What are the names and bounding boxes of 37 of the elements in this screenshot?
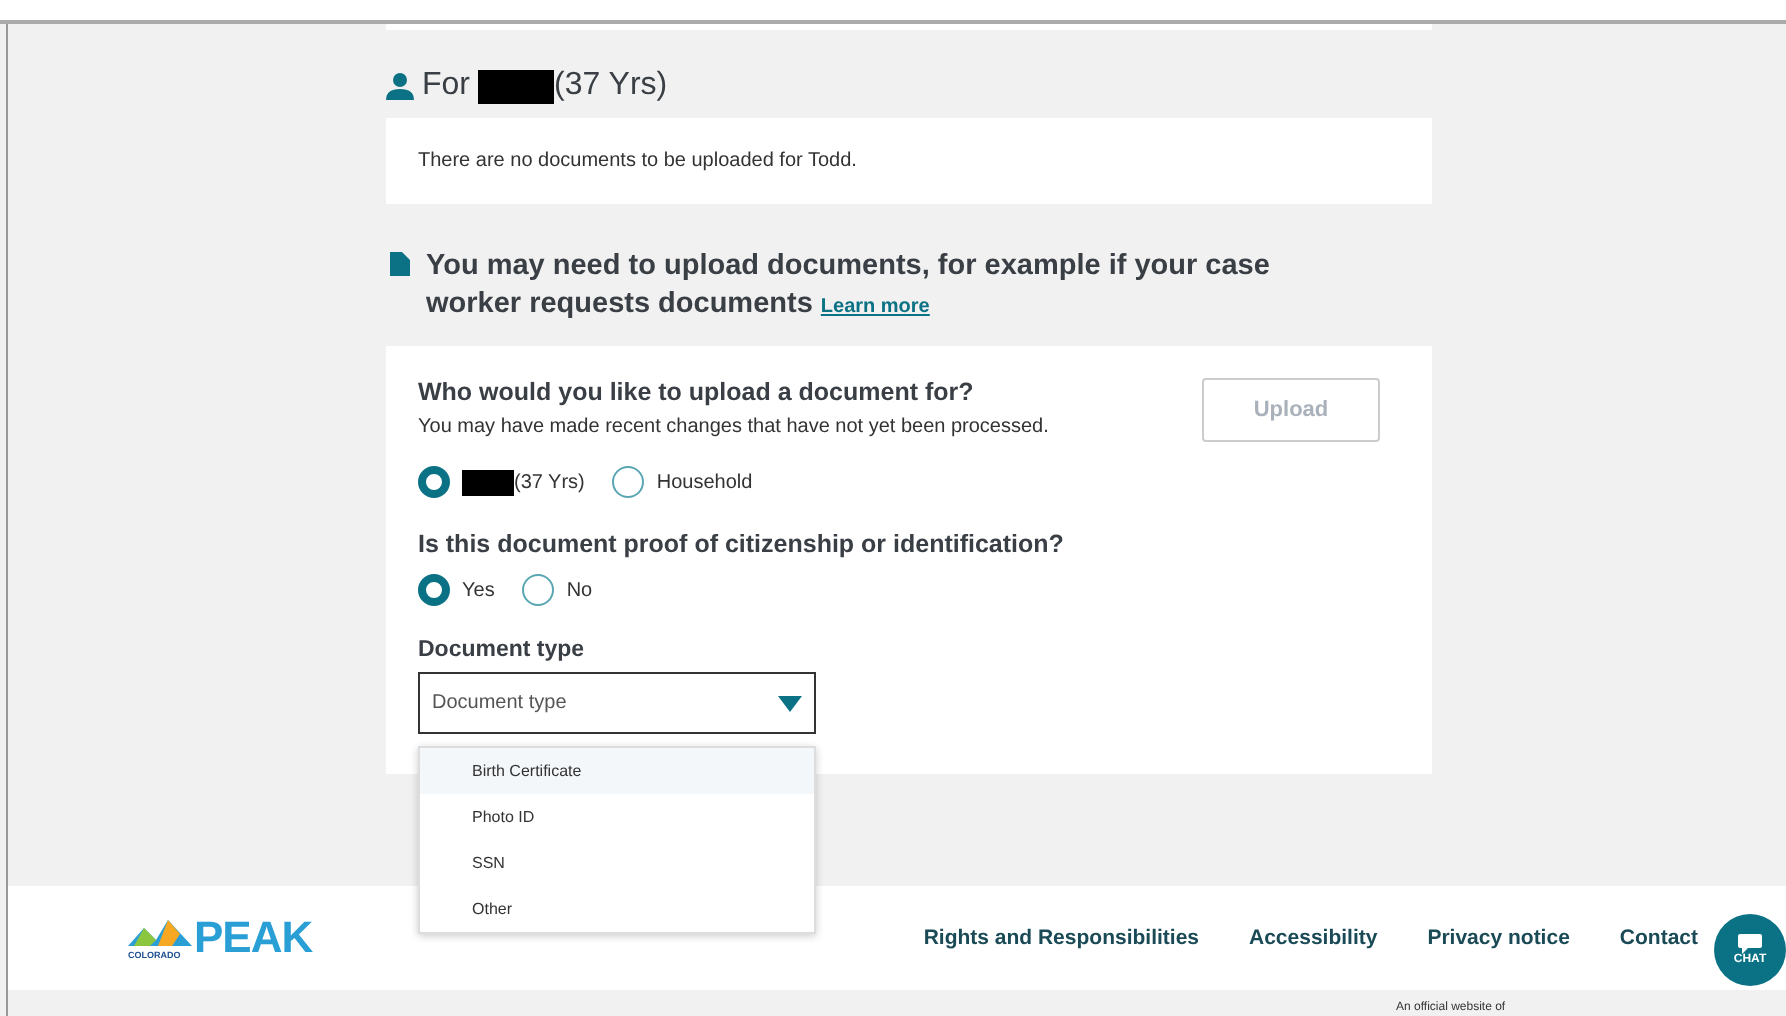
redaction-bar bbox=[478, 69, 554, 103]
option-label: Household bbox=[656, 471, 753, 493]
redaction-bar bbox=[462, 469, 514, 495]
hint-text: You may have made recent changes that have not yet been processed. bbox=[418, 416, 1049, 438]
person-heading-label: For bbox=[422, 68, 470, 104]
upload-question: Who would you like to upload a document for? bbox=[418, 378, 976, 406]
radio-option[interactable]: No bbox=[522, 574, 593, 606]
footer-link[interactable]: Contact bbox=[1619, 926, 1698, 950]
menu-option[interactable]: Other bbox=[420, 886, 814, 932]
speech-bubble-icon bbox=[1738, 934, 1762, 954]
mountains-icon bbox=[128, 920, 192, 946]
caret-icon bbox=[778, 695, 802, 711]
proof-question: Is this document proof of citizenship or identification? bbox=[418, 530, 1066, 558]
upload-notice: You may need to upload documents, for example if your case worker requests documents Learn more bbox=[426, 248, 1272, 324]
option-label: (37 Yrs) bbox=[514, 471, 585, 493]
option-label: No bbox=[566, 579, 593, 601]
footer-link[interactable]: Accessibility bbox=[1249, 926, 1378, 950]
footer-link[interactable]: Privacy notice bbox=[1427, 926, 1570, 950]
person-icon bbox=[386, 72, 414, 100]
radio-option[interactable]: Yes bbox=[418, 574, 495, 606]
radio-option[interactable]: Household bbox=[612, 466, 753, 498]
document-type-select[interactable]: Document type bbox=[418, 672, 816, 734]
no-documents-message: There are no documents to be uploaded for Todd. bbox=[418, 150, 859, 172]
radio-button[interactable] bbox=[522, 574, 555, 606]
radio-button[interactable] bbox=[612, 466, 645, 498]
radio-button[interactable] bbox=[418, 466, 450, 498]
footer-link[interactable]: Rights and Responsibilities bbox=[923, 926, 1199, 950]
menu-option[interactable]: Photo ID bbox=[420, 794, 814, 840]
radio-option[interactable]: (37 Yrs) bbox=[418, 466, 585, 498]
option-label: Yes bbox=[462, 579, 495, 601]
document-icon bbox=[390, 252, 410, 276]
learn-more-link[interactable]: Learn more bbox=[820, 296, 930, 318]
document-type-label: Document type bbox=[418, 638, 587, 662]
menu-option[interactable]: Birth Certificate bbox=[420, 748, 814, 794]
person-age: (37 Yrs) bbox=[554, 68, 668, 104]
menu-option[interactable]: SSN bbox=[420, 840, 814, 886]
radio-button[interactable] bbox=[418, 574, 450, 606]
